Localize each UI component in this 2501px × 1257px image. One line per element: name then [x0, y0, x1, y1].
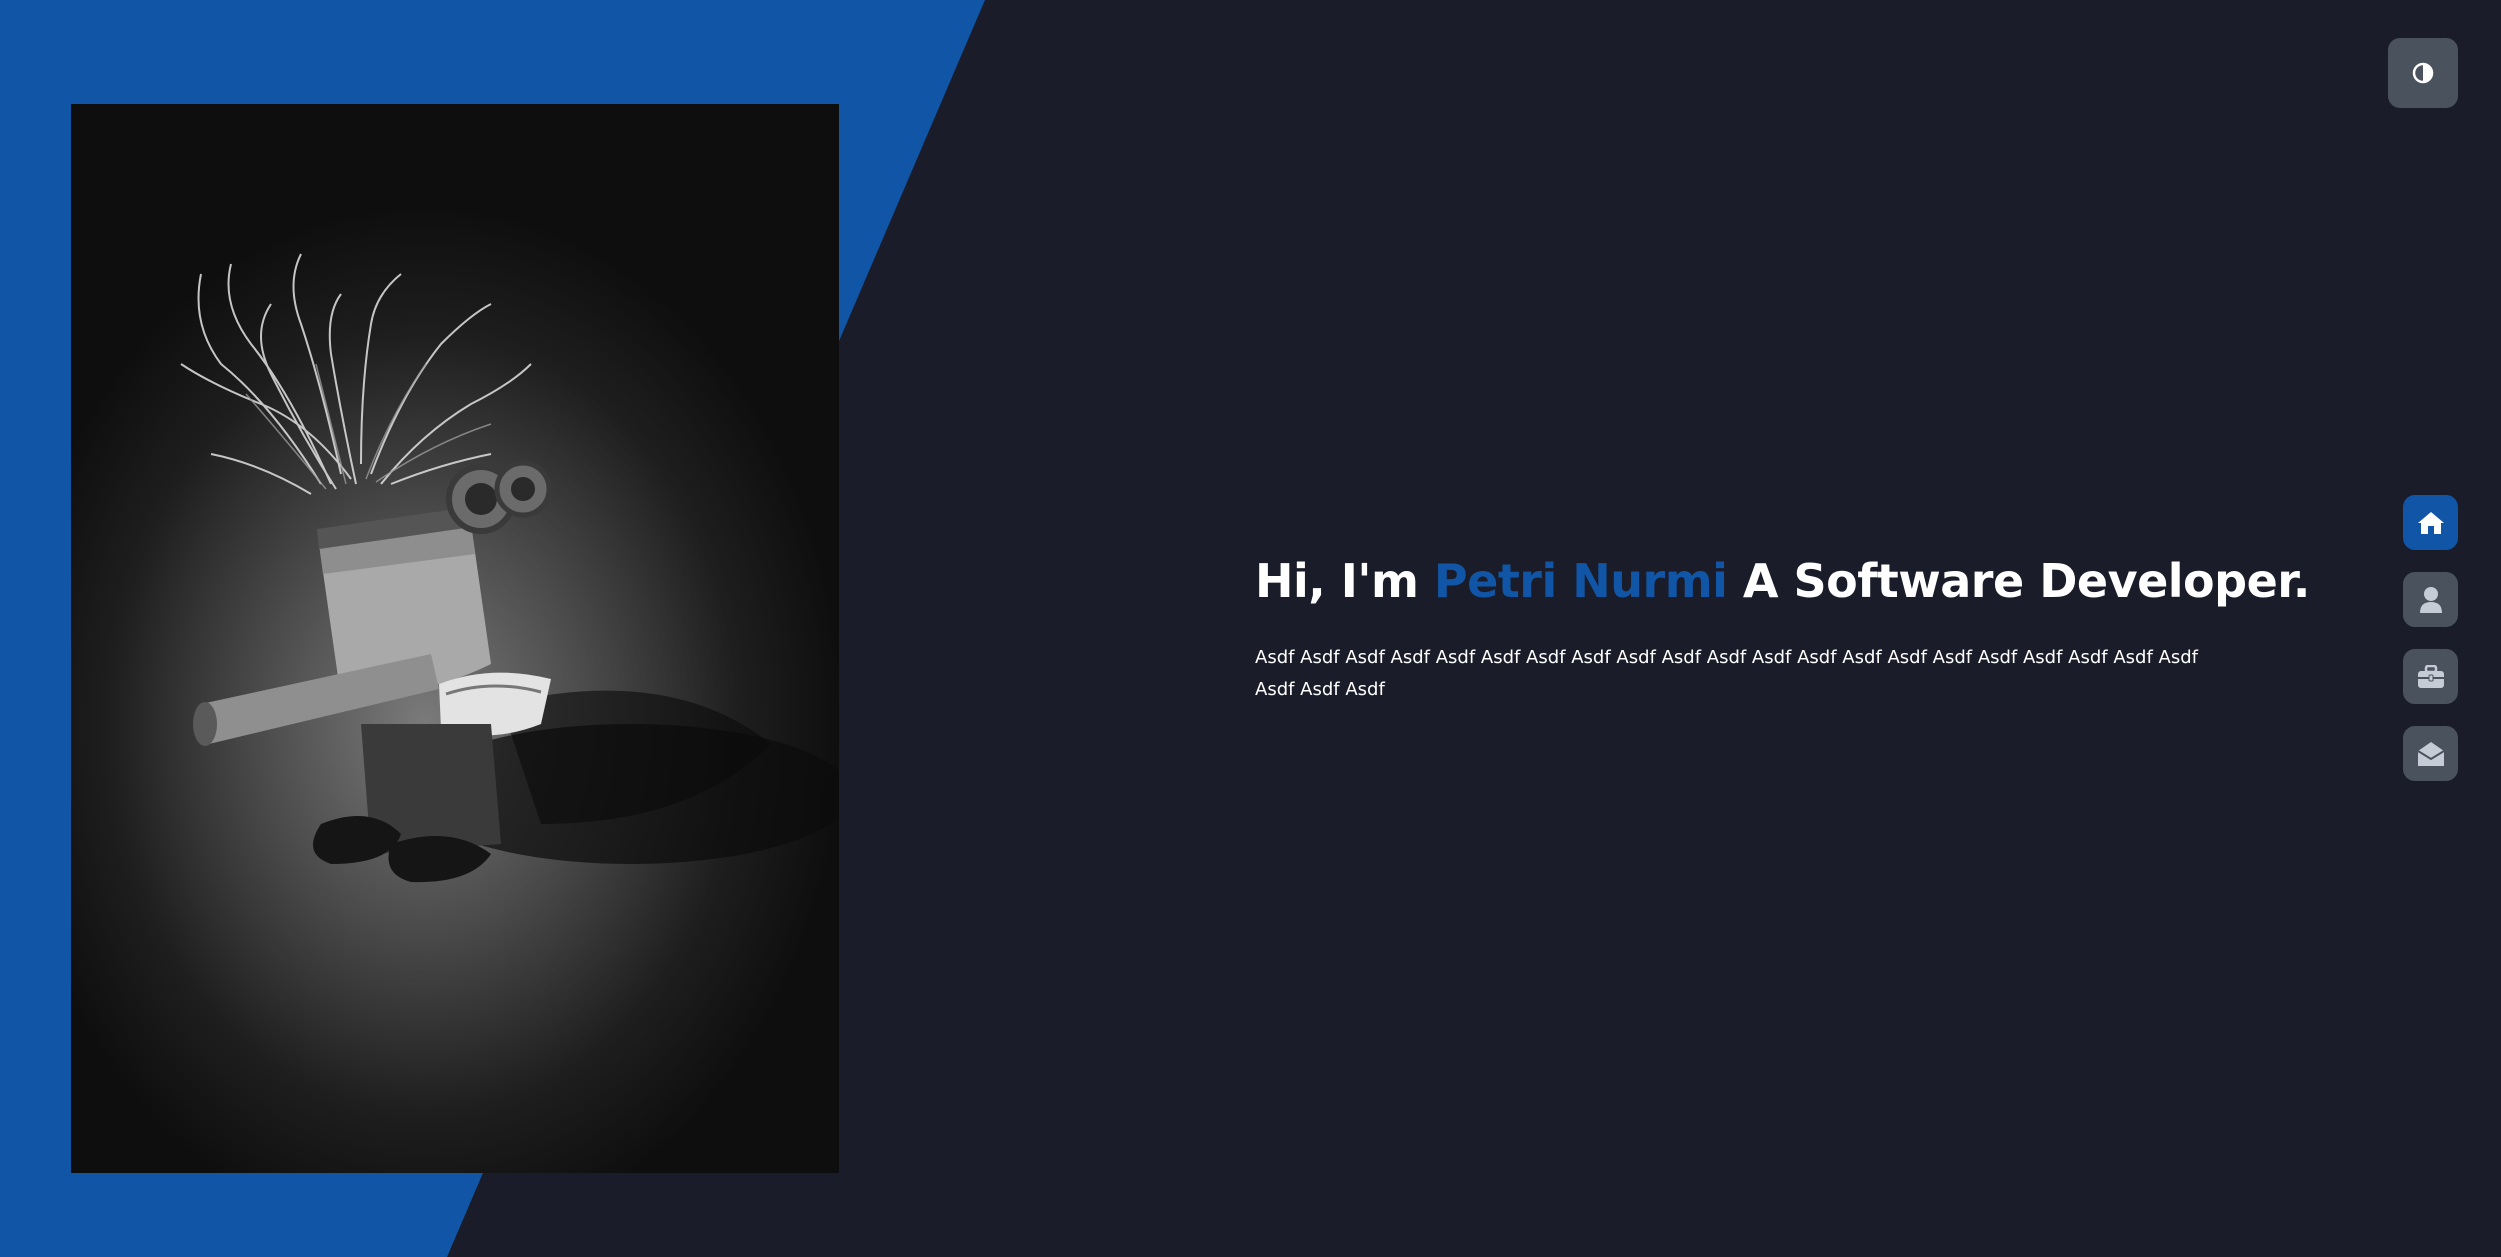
- briefcase-icon: [2417, 664, 2445, 689]
- home-icon: [2416, 510, 2446, 536]
- hero-description: Asdf Asdf Asdf Asdf Asdf Asdf Asdf Asdf …: [1255, 647, 2198, 700]
- hero-greeting: Hi, I'm: [1255, 554, 1434, 608]
- nav-item-about[interactable]: [2403, 572, 2458, 627]
- envelope-open-icon: [2416, 741, 2445, 767]
- user-icon: [2419, 586, 2443, 614]
- minion-figure-image: [180, 253, 839, 883]
- hero-heading: Hi, I'm Petri Nurmi A Software Developer…: [1255, 548, 2310, 614]
- hero-section: Hi, I'm Petri Nurmi A Software Developer…: [1255, 548, 2310, 706]
- nav-item-home[interactable]: [2403, 495, 2458, 550]
- theme-toggle-button[interactable]: [2388, 38, 2458, 108]
- page: Hi, I'm Petri Nurmi A Software Developer…: [0, 0, 2501, 1257]
- nav-item-contact[interactable]: [2403, 726, 2458, 781]
- side-navigation: [2403, 495, 2458, 803]
- contrast-icon: [2412, 62, 2434, 84]
- hero-tagline: A Software Developer.: [1727, 554, 2310, 608]
- profile-photo: [71, 104, 839, 1173]
- nav-item-portfolio[interactable]: [2403, 649, 2458, 704]
- hero-name: Petri Nurmi: [1433, 554, 1728, 608]
